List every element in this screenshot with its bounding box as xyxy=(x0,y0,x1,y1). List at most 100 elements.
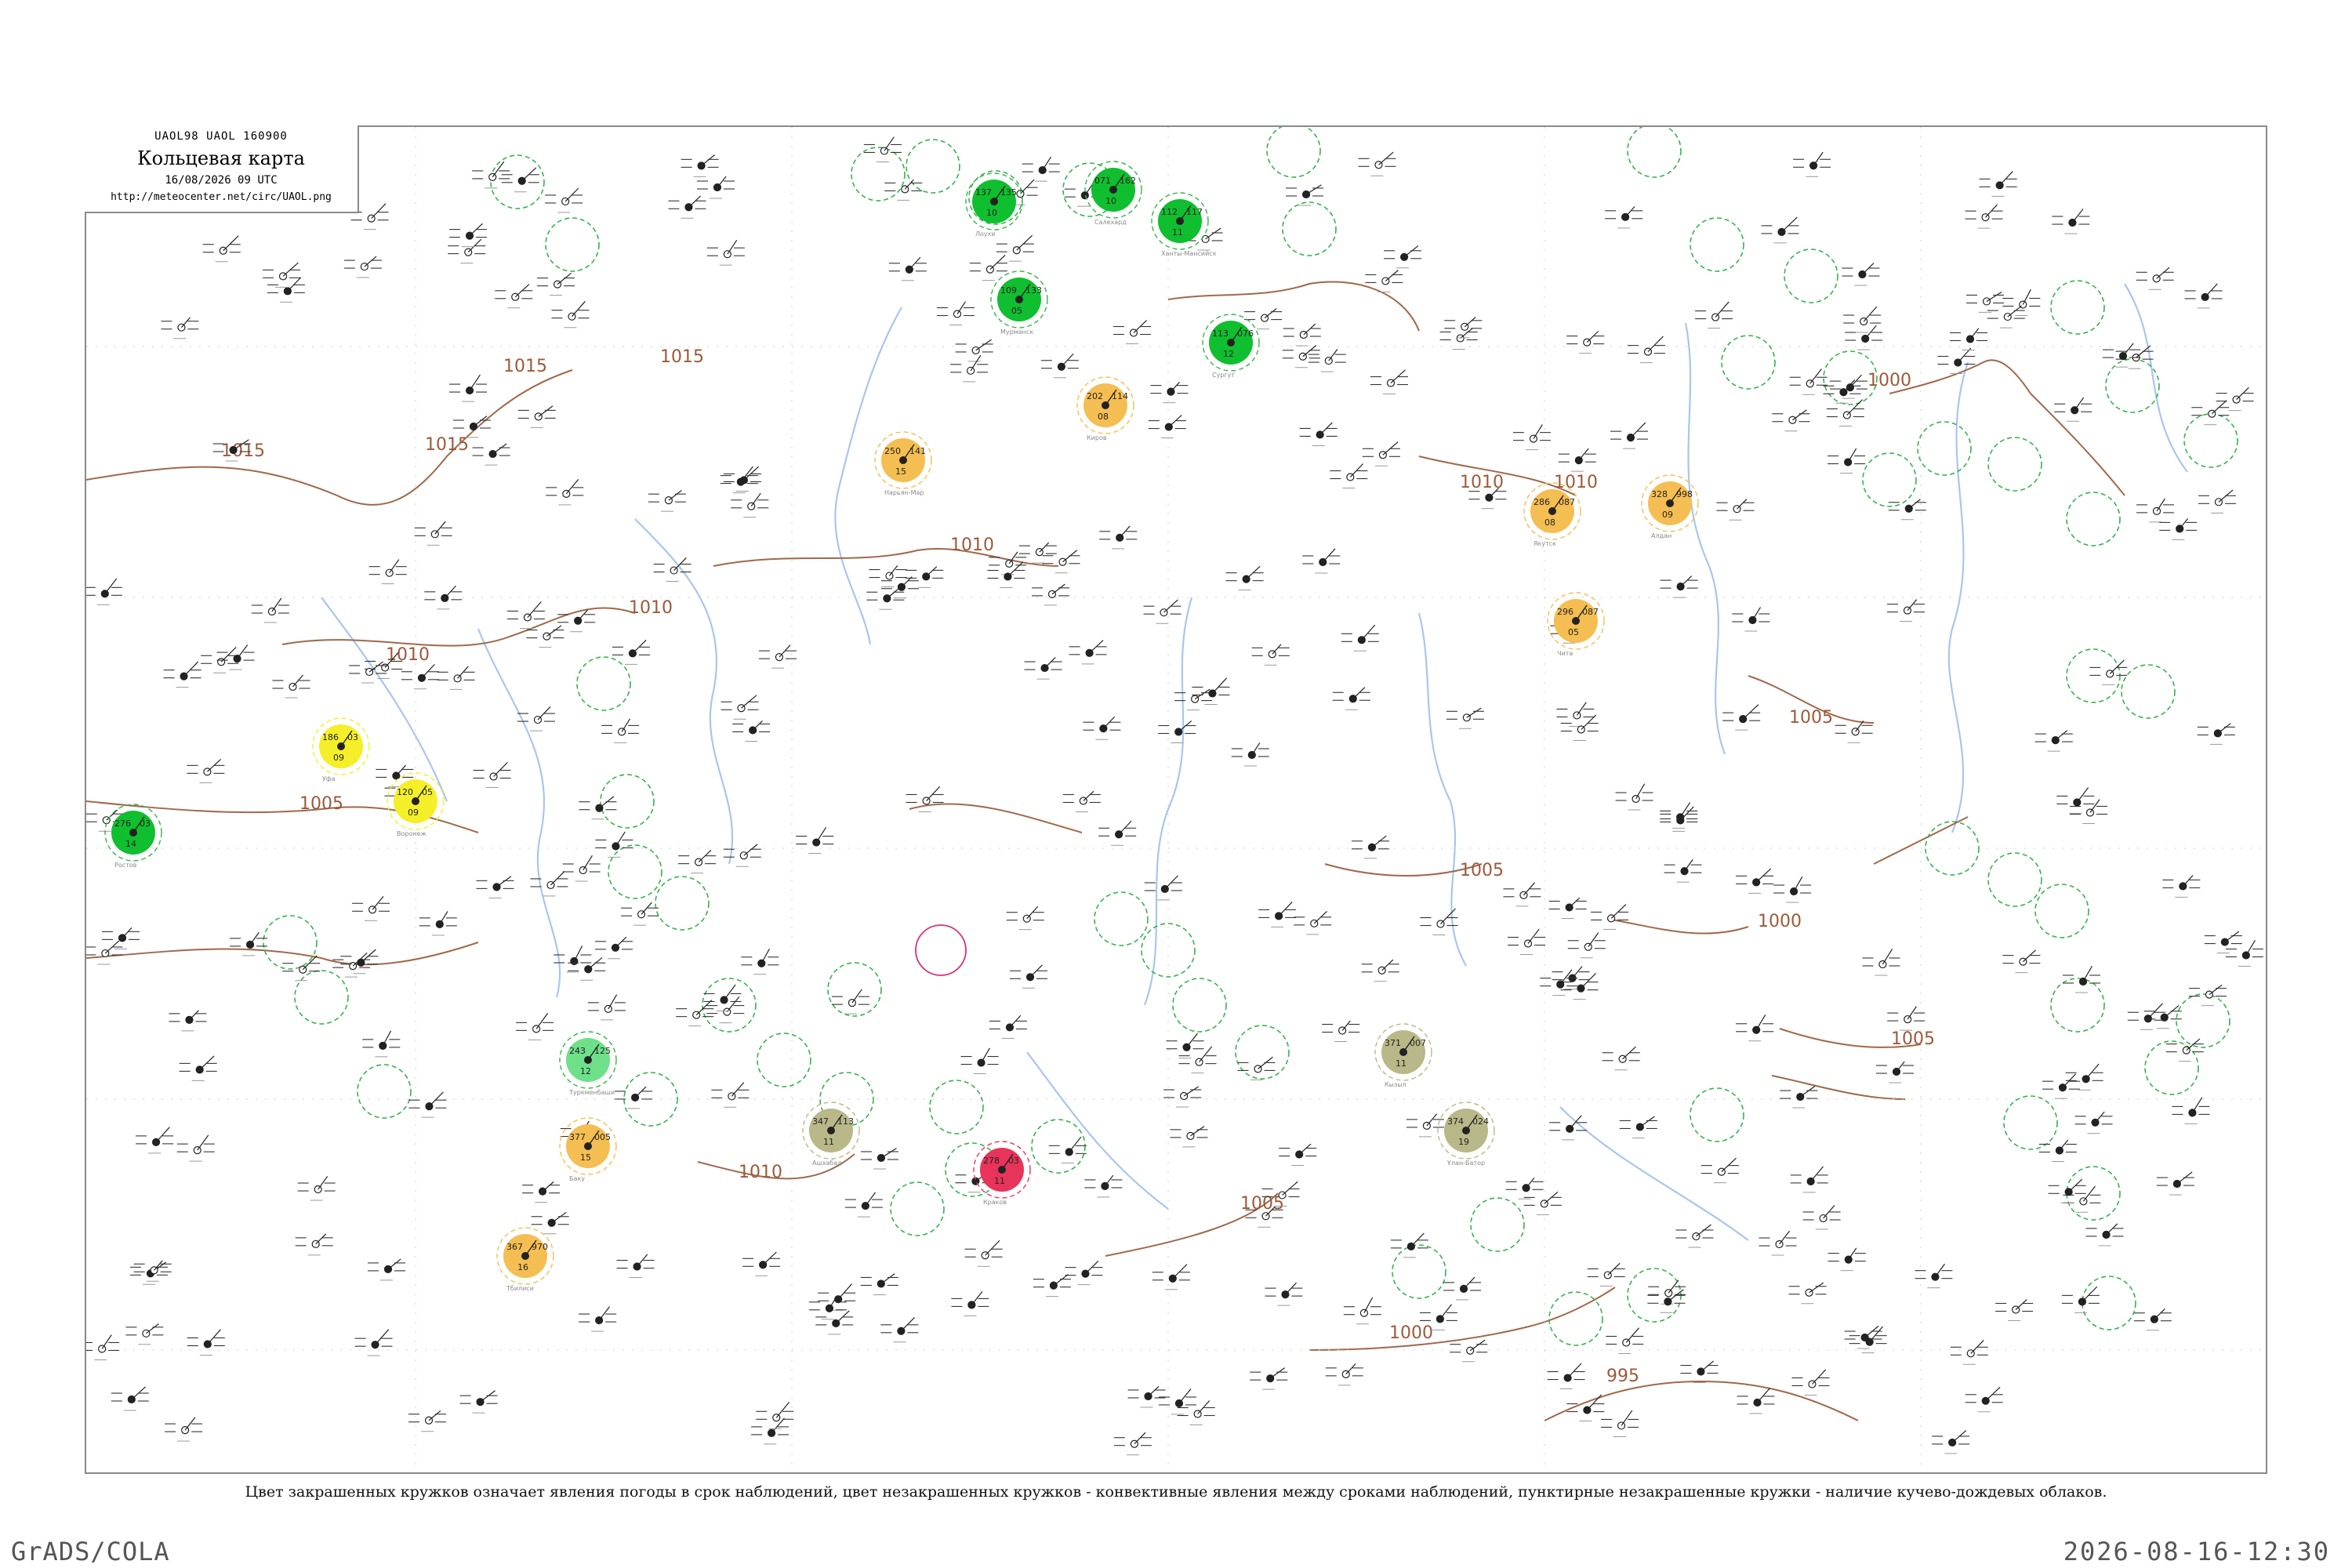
station-plot xyxy=(1299,422,1338,446)
station-plot xyxy=(1384,245,1422,269)
weather-station-16[interactable]: 278 0311 Краков xyxy=(973,1141,1031,1206)
station-temperature: 296 xyxy=(1557,607,1573,617)
weather-station-4[interactable]: 112 11711 Ханты-Мансийск xyxy=(1151,192,1217,257)
river-layer xyxy=(321,283,2188,1241)
station-pressure: 117 xyxy=(1186,207,1203,217)
cb-cloud-ring xyxy=(851,147,906,201)
station-plot xyxy=(1158,1388,1196,1415)
cb-cloud-ring xyxy=(490,154,545,209)
station-plot xyxy=(1605,205,1643,229)
station-dewpoint: 10 xyxy=(1105,196,1116,206)
station-plot xyxy=(1558,448,1596,472)
station-plot xyxy=(888,256,927,281)
station-name: Туркменбаши xyxy=(568,1089,615,1096)
station-pressure: 03 xyxy=(1008,1156,1019,1166)
station-name: Мурманск xyxy=(1000,328,1033,336)
station-plot xyxy=(86,940,123,965)
weather-station-17[interactable]: 243 12512 Туркменбаши xyxy=(559,1031,617,1096)
cumulonimbus-rings xyxy=(263,127,2238,1346)
weather-station-15[interactable]: 374 02419 Улан-Батор xyxy=(1437,1102,1495,1167)
weather-station-19[interactable]: 296 08705 Чита xyxy=(1547,592,1605,657)
station-plot xyxy=(1237,1056,1276,1080)
station-plot xyxy=(1258,902,1297,927)
station-plot xyxy=(1664,858,1702,883)
station-plot xyxy=(473,762,511,788)
station-dewpoint: 09 xyxy=(333,753,344,763)
station-temperature: 243 xyxy=(569,1046,586,1056)
station-plot xyxy=(860,1273,898,1295)
weather-station-14[interactable]: 371 007 11 Кызыл xyxy=(1374,1023,1432,1088)
station-plot xyxy=(362,1030,401,1058)
station-plot xyxy=(1888,499,1926,521)
station-plot xyxy=(1628,336,1666,364)
station-pressure: 076 xyxy=(1237,328,1254,339)
station-plot xyxy=(681,154,719,177)
station-plot xyxy=(2225,940,2263,967)
station-plot xyxy=(133,1260,172,1282)
station-plot xyxy=(1937,347,1976,375)
station-plot xyxy=(2089,659,2128,685)
station-pressure: 087 xyxy=(1559,497,1575,507)
station-name: Ашхабад xyxy=(812,1160,842,1167)
cb-cloud-ring xyxy=(2050,978,2105,1033)
station-plot xyxy=(1250,1367,1288,1390)
bulletin-code: UAOL98 UAOL 160900 xyxy=(154,130,288,143)
station-plot xyxy=(2054,397,2092,422)
weather-station-9[interactable]: 120 05 09 Воронеж xyxy=(387,772,445,837)
station-plot xyxy=(1602,1046,1640,1071)
station-plot xyxy=(989,1014,1027,1039)
weather-station-1[interactable]: 137 13510 Лоухи xyxy=(965,172,1023,238)
cb-cloud-ring xyxy=(263,915,318,970)
station-pressure: 141 xyxy=(909,446,926,456)
station-pressure: 135 xyxy=(1000,187,1017,198)
weather-station-7[interactable]: 202 114 08 Киров xyxy=(1076,376,1134,441)
station-plot xyxy=(1601,1410,1639,1437)
station-plot xyxy=(1166,1033,1204,1059)
weather-station-3[interactable]: 071 162 10 Салехард xyxy=(1084,161,1142,226)
station-plot xyxy=(863,136,902,162)
station-name: Ростов xyxy=(114,862,137,869)
station-plot xyxy=(1231,742,1269,767)
weather-station-6[interactable]: 250 14115 Нарьян-Мар xyxy=(874,431,932,496)
station-plot xyxy=(1619,1116,1657,1138)
weather-station-11[interactable]: 367 970 16 Тбилиси xyxy=(496,1227,554,1292)
station-plot xyxy=(1523,1191,1562,1215)
station-plot xyxy=(1789,368,1828,395)
station-plot xyxy=(696,176,735,199)
station-plot xyxy=(517,405,556,428)
station-plot xyxy=(1251,644,1290,666)
station-dewpoint: 11 xyxy=(1172,227,1183,238)
cb-cloud-ring xyxy=(827,962,882,1017)
weather-station-5[interactable]: 113 07612 Сургут xyxy=(1202,314,1260,379)
station-plot xyxy=(741,948,779,975)
station-plot xyxy=(2085,1223,2124,1247)
map-canvas[interactable]: 1015101510151015101010101010 101010101010… xyxy=(86,127,2267,1474)
station-plot xyxy=(1148,415,1186,439)
weather-station-2[interactable]: 109 13305 Мурманск xyxy=(990,270,1048,336)
station-plot xyxy=(595,831,633,858)
weather-station-8[interactable]: 186 03 09 Уфа xyxy=(312,717,370,782)
station-plot xyxy=(1566,330,1605,354)
station-temperature: 328 xyxy=(1651,489,1668,499)
station-plot xyxy=(1225,565,1264,591)
cb-cloud-ring xyxy=(2003,1095,2058,1150)
station-plot xyxy=(408,1091,447,1118)
station-plot xyxy=(1736,868,1774,894)
station-plot xyxy=(601,718,640,743)
station-plot xyxy=(1503,882,1541,907)
station-plot xyxy=(1062,790,1101,812)
station-plot xyxy=(2002,289,2041,316)
station-plot xyxy=(125,1323,164,1345)
weather-map[interactable]: 1015 1015 1015 1015 1010 1010 1010 1010 1010 1010… xyxy=(85,125,2267,1474)
station-plot xyxy=(448,238,486,264)
weather-station-12[interactable]: 377 00515 Баку xyxy=(559,1117,617,1182)
station-plot xyxy=(616,1254,655,1279)
station-temperature: 113 xyxy=(1212,328,1229,339)
weather-station-18[interactable]: 286 087 08 Якутск xyxy=(1523,482,1581,547)
station-plot xyxy=(530,870,568,897)
cb-cloud-ring xyxy=(1470,1197,1525,1252)
station-plot xyxy=(1024,657,1062,680)
cb-cloud-ring xyxy=(1172,978,1227,1033)
source-url[interactable]: http://meteocenter.net/circ/UAOL.png xyxy=(85,191,358,203)
isobar-label: 1005 xyxy=(1460,861,1504,880)
